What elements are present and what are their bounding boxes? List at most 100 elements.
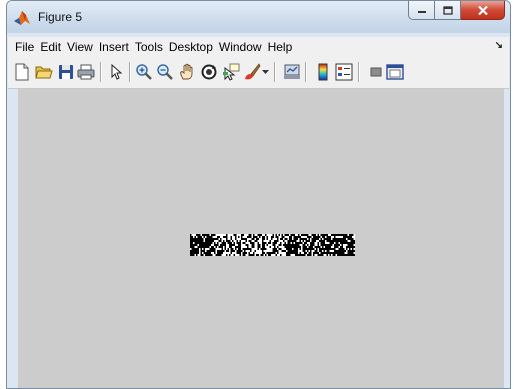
image-pixel [257,246,259,248]
image-pixel [305,242,307,244]
image-pixel [283,244,285,246]
image-pixel [352,254,354,256]
image-pixel [257,234,259,236]
image-pixel [262,252,264,254]
image-pixel [281,236,283,238]
print-figure-button[interactable] [76,62,96,82]
image-pixel [331,244,333,246]
hide-plot-tools-button[interactable] [366,62,386,82]
image-pixel [253,238,255,240]
image-pixel [346,234,348,236]
image-pixel [337,242,339,244]
image-pixel [295,248,297,250]
image-pixel [280,254,282,256]
image-pixel [292,246,294,248]
image-pixel [329,254,331,256]
maximize-button[interactable] [435,1,461,20]
zoom-in-button[interactable] [134,62,154,82]
insert-colorbar-button[interactable] [313,62,333,82]
insert-legend-button[interactable] [334,62,354,82]
new-figure-icon [15,63,29,81]
brush-dropdown[interactable] [260,62,270,82]
menu-window[interactable]: Window [216,37,265,57]
image-pixel [197,234,199,236]
image-pixel [277,246,279,248]
image-pixel [262,254,264,256]
image-pixel [353,240,355,242]
image-pixel [206,234,208,236]
image-pixel [196,240,198,242]
show-plot-tools-button[interactable] [385,62,405,82]
image-pixel [290,238,292,240]
image-pixel [343,254,345,256]
image-pixel [278,248,280,250]
image-pixel [295,254,297,256]
image-pixel [283,240,285,242]
image-pixel [241,250,243,252]
close-button[interactable] [461,1,505,20]
image-pixel [347,244,349,246]
save-figure-button[interactable] [56,62,76,82]
image-pixel [253,244,255,246]
image-pixel [313,234,315,236]
image-pixel [343,238,345,240]
print-figure-icon [77,64,95,80]
image-pixel [326,250,328,252]
image-pixel [233,254,235,256]
menu-help[interactable]: Help [265,37,296,57]
minimize-button[interactable] [408,1,435,20]
image-pixel [265,254,267,256]
image-pixel [229,242,231,244]
image-pixel [331,240,333,242]
image-pixel [253,254,255,256]
image-pixel [254,236,256,238]
image-pixel [323,234,325,236]
image-pixel [325,238,327,240]
menu-view[interactable]: View [64,37,96,57]
rotate-3d-button[interactable] [199,62,219,82]
image-pixel [208,250,210,252]
image-pixel [232,248,234,250]
image-pixel [295,252,297,254]
image-pixel [197,242,199,244]
new-figure-button[interactable] [12,62,32,82]
image-pixel [247,244,249,246]
image-pixel [349,238,351,240]
image-pixel [239,252,241,254]
open-file-button[interactable] [34,62,54,82]
dock-figure-icon[interactable]: ↘ [495,40,503,51]
menu-desktop[interactable]: Desktop [166,37,216,57]
image-pixel [295,244,297,246]
menu-file[interactable]: File [8,37,37,57]
image-pixel [242,238,244,240]
title-bar[interactable]: Figure 5 [7,1,510,33]
edit-plot-button[interactable] [106,62,126,82]
image-pixel [341,240,343,242]
image-pixel [244,248,246,250]
image-pixel [202,240,204,242]
image-pixel [313,240,315,242]
image-pixel [322,236,324,238]
figure-canvas[interactable] [18,89,504,388]
image-pixel [281,238,283,240]
image-pixel [287,250,289,252]
image-pixel [202,254,204,256]
image-pixel [308,252,310,254]
data-cursor-button[interactable] [221,62,241,82]
brush-button[interactable] [242,62,262,82]
menu-insert[interactable]: Insert [96,37,132,57]
image-pixel [190,246,192,248]
image-pixel [311,234,313,236]
image-pixel [262,236,264,238]
link-plot-button[interactable] [282,62,302,82]
menu-edit[interactable]: Edit [37,37,64,57]
zoom-out-button[interactable] [155,62,175,82]
pan-button[interactable] [177,62,197,82]
maximize-icon [442,5,453,15]
image-pixel [326,238,328,240]
image-pixel [287,244,289,246]
image-pixel [335,240,337,242]
image-pixel [295,238,297,240]
menu-tools[interactable]: Tools [132,37,166,57]
image-pixel [329,248,331,250]
